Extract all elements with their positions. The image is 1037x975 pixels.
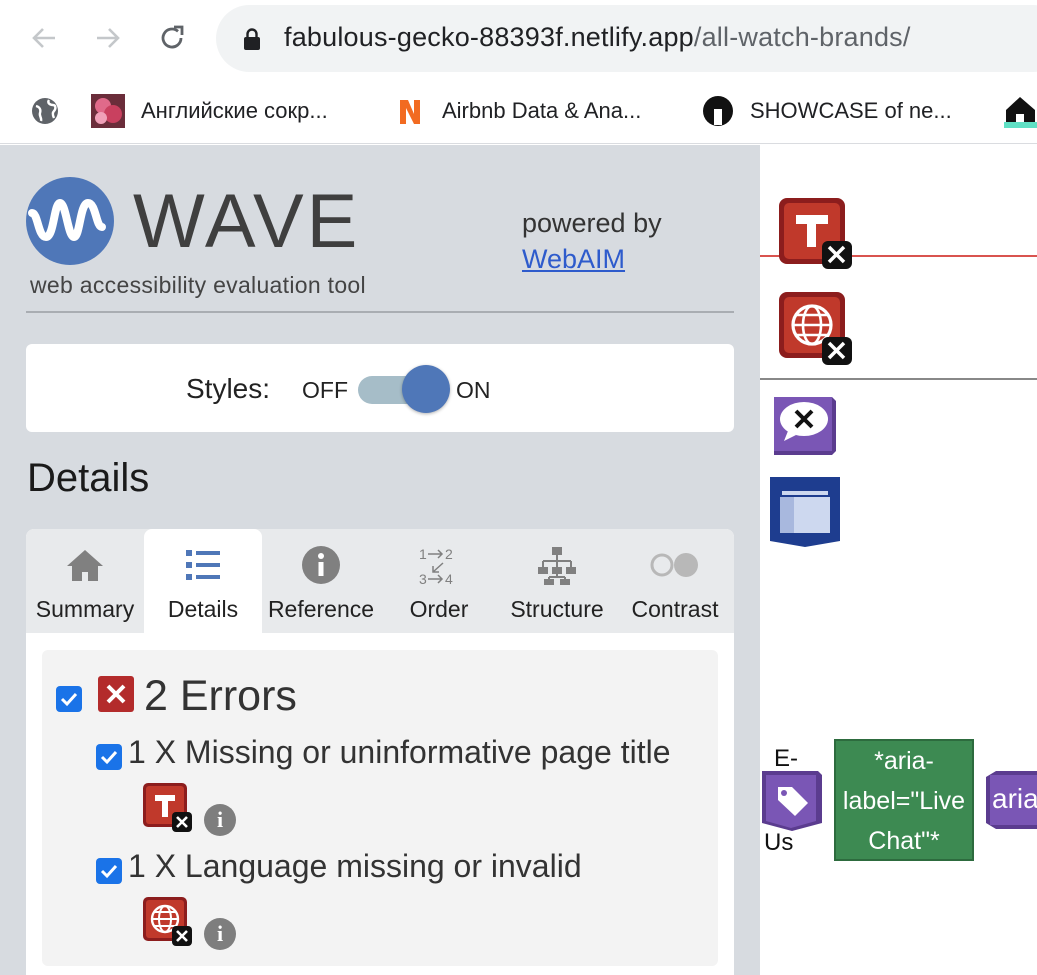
webaim-link[interactable]: WebAIM — [522, 244, 625, 274]
contrast-icon — [650, 553, 698, 577]
checkmark-icon — [100, 864, 118, 879]
tag-icon[interactable] — [760, 767, 824, 833]
styles-switch-knob[interactable] — [402, 365, 450, 413]
wave-logo-icon — [26, 177, 114, 265]
bookmarks-bar: Английские сокр... Airbnb Data & Ana... … — [0, 80, 1037, 144]
tab-contrast[interactable]: Contrast — [616, 529, 734, 633]
error-x-icon — [98, 676, 134, 712]
tab-bar: Summary Details Reference 1234 Order Str… — [26, 529, 734, 633]
error-item-label: 1 X Language missing or invalid — [128, 848, 582, 884]
svg-text:4: 4 — [445, 571, 453, 586]
forward-button[interactable] — [90, 20, 126, 56]
url-path: /all-watch-brands/ — [693, 22, 911, 52]
list-icon — [186, 550, 220, 580]
tab-summary[interactable]: Summary — [26, 529, 144, 633]
details-heading: Details — [27, 456, 150, 500]
svg-text:2: 2 — [445, 546, 453, 562]
house-favicon-icon — [1004, 97, 1037, 128]
errors-section: 2 Errors 1 X Missing or uninformative pa… — [42, 650, 718, 966]
home-icon — [67, 550, 103, 581]
structure-icon — [538, 547, 576, 585]
svg-text:1: 1 — [419, 546, 427, 562]
errors-title: 2 Errors — [144, 672, 297, 720]
styles-off-label: OFF — [302, 377, 348, 403]
checkmark-icon — [60, 692, 78, 707]
wave-subtitle: web accessibility evaluation tool — [30, 272, 366, 298]
bookmark-airbnb-data[interactable]: Airbnb Data & Ana... — [396, 94, 641, 128]
aria-label-box: *aria-label="Live Chat"* — [834, 739, 974, 861]
region-icon[interactable] — [768, 475, 842, 549]
info-button[interactable]: i — [204, 918, 236, 950]
svg-text:3: 3 — [419, 571, 427, 586]
wave-sidebar: WAVE web accessibility evaluation tool p… — [0, 145, 760, 975]
bookmark-label: Airbnb Data & Ana... — [442, 98, 642, 123]
url-text: fabulous-gecko-88393f.netlify.app/all-wa… — [284, 22, 911, 53]
powered-by: powered by WebAIM — [522, 205, 662, 277]
order-icon: 1 2 3 4 — [419, 546, 453, 586]
circle-favicon-icon — [703, 96, 733, 126]
tab-details[interactable]: Details — [144, 529, 262, 633]
language-error-icon[interactable] — [142, 896, 192, 946]
globe-icon — [32, 98, 58, 124]
bookmark-globe[interactable] — [30, 94, 60, 128]
n-favicon-icon — [400, 100, 420, 124]
page-preview: E- Us *aria-label="Live Chat"* aria — [760, 145, 1037, 975]
info-button[interactable]: i — [204, 804, 236, 836]
language-error-icon[interactable] — [778, 291, 852, 365]
page-divider-gray — [760, 378, 1037, 380]
arrow-left-icon — [32, 28, 55, 48]
back-button[interactable] — [26, 20, 62, 56]
info-glyph-icon: i — [216, 807, 224, 832]
arrow-right-icon — [97, 28, 120, 48]
header-divider — [26, 311, 734, 313]
tab-structure[interactable]: Structure — [498, 529, 616, 633]
wave-logo-wave-icon — [28, 198, 106, 242]
error-item-checkbox[interactable] — [96, 744, 122, 770]
styles-on-label: ON — [456, 377, 491, 403]
styles-label: Styles: — [186, 373, 271, 404]
page-text-us: Us — [764, 829, 794, 856]
bookmark-english-abbr[interactable]: Английские сокр... — [91, 94, 328, 128]
bookmark-house[interactable] — [1004, 94, 1037, 128]
details-panel: Summary Details Reference 1234 Order Str… — [26, 529, 734, 975]
error-item-label: 1 X Missing or uninformative page title — [128, 734, 671, 770]
tab-order[interactable]: 1234 Order — [380, 529, 498, 633]
speech-x-icon[interactable] — [770, 391, 838, 457]
bookmark-label: Английские сокр... — [141, 98, 328, 123]
browser-toolbar: fabulous-gecko-88393f.netlify.app/all-wa… — [0, 0, 1037, 80]
info-icon — [302, 546, 340, 584]
bookmark-showcase[interactable]: SHOWCASE of ne... — [702, 94, 952, 128]
error-item-checkbox[interactable] — [96, 858, 122, 884]
info-glyph-icon: i — [216, 921, 224, 946]
reload-icon — [161, 25, 184, 49]
url-host: fabulous-gecko-88393f.netlify.app — [284, 22, 694, 52]
flower-favicon-icon — [91, 94, 125, 128]
tab-reference[interactable]: Reference — [262, 529, 380, 633]
errors-checkbox[interactable] — [56, 686, 82, 712]
reload-button[interactable] — [154, 20, 190, 56]
wave-logo-word: WAVE — [133, 179, 361, 264]
address-bar[interactable]: fabulous-gecko-88393f.netlify.app/all-wa… — [216, 5, 1037, 72]
lock-icon — [244, 28, 260, 50]
styles-toggle-box: Styles: OFF ON — [26, 344, 734, 432]
powered-by-text: powered by — [522, 208, 662, 238]
bookmark-label: SHOWCASE of ne... — [750, 98, 952, 123]
tab-label: Contrast — [631, 596, 719, 622]
title-error-icon[interactable] — [142, 782, 192, 832]
title-error-icon[interactable] — [778, 197, 852, 269]
checkmark-icon — [100, 750, 118, 765]
aria-partial-text: aria — [992, 783, 1037, 814]
